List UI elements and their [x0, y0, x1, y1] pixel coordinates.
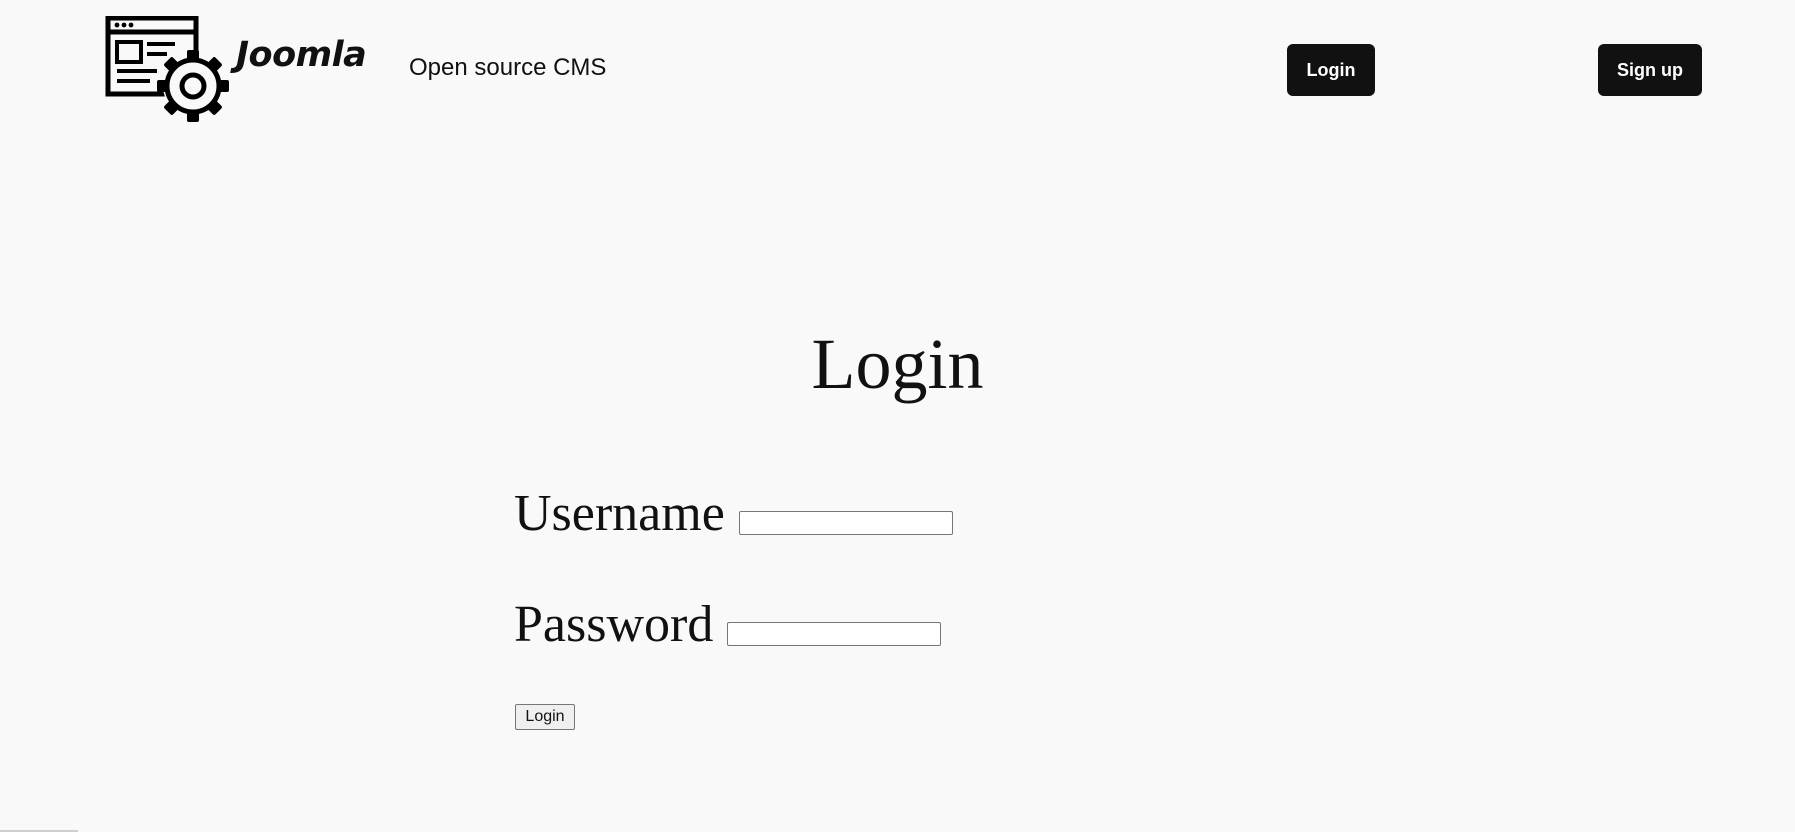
username-input[interactable] [738, 511, 953, 535]
username-row: Username [514, 488, 953, 540]
password-label: Password [514, 596, 714, 653]
header-login-button[interactable]: Login [1287, 44, 1375, 96]
username-label: Username [514, 485, 725, 542]
browser-gear-icon[interactable] [105, 16, 231, 124]
brand-name[interactable]: Joomla [236, 38, 367, 73]
password-row: Password [514, 596, 942, 653]
login-submit-button[interactable]: Login [515, 704, 575, 730]
site-header: Joomla Open source CMS Login Sign up [0, 0, 1795, 140]
header-signup-button[interactable]: Sign up [1598, 44, 1702, 96]
page-title: Login [811, 324, 984, 404]
password-input[interactable] [727, 622, 942, 646]
site-tagline: Open source CMS [409, 54, 607, 81]
